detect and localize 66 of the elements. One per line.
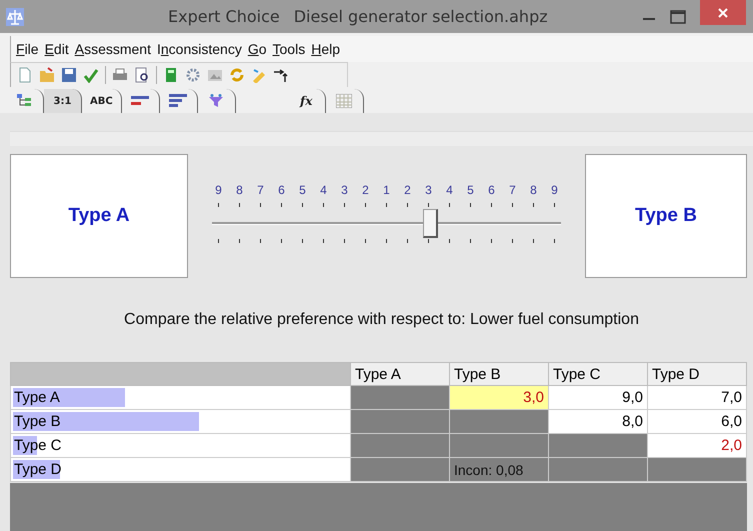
menu-item[interactable]: Go [248, 41, 267, 57]
left-alternative: Type A [10, 154, 188, 278]
scale-number: 1 [382, 183, 391, 197]
column-header: Type C [548, 362, 648, 386]
slider-thumb[interactable] [423, 209, 438, 238]
scale-number: 2 [361, 183, 370, 197]
scale-number: 7 [508, 183, 517, 197]
picture-icon[interactable] [207, 67, 223, 83]
scale-number: 6 [487, 183, 496, 197]
arrow-icon[interactable] [273, 67, 289, 83]
printer-icon[interactable] [112, 67, 128, 83]
maximize-icon[interactable] [670, 10, 686, 24]
matrix-cell[interactable]: 3,0 [450, 386, 548, 410]
column-header: Type A [350, 362, 450, 386]
menu-item[interactable]: Tools [272, 41, 306, 57]
scale-number: 9 [550, 183, 559, 197]
menu-item[interactable]: Help [311, 41, 340, 57]
matrix-cell[interactable]: 8,0 [548, 410, 648, 434]
menu-item[interactable]: Edit [44, 41, 69, 57]
scale-number: 4 [445, 183, 454, 197]
scale-number: 9 [214, 183, 223, 197]
scale-number: 5 [466, 183, 475, 197]
preview-icon[interactable] [134, 67, 150, 83]
scales-icon [6, 8, 24, 26]
close-icon [718, 8, 728, 18]
slider[interactable] [212, 209, 561, 237]
folder-icon[interactable] [39, 67, 55, 83]
comparison-question: Compare the relative preference with respect to: Lower fuel consumption [124, 311, 639, 329]
checkmark-icon[interactable] [83, 67, 99, 83]
app-name: Expert Choice [168, 7, 280, 26]
calculator-icon[interactable] [163, 67, 179, 83]
menu-item[interactable]: Inconsistency [156, 41, 242, 57]
hierarchy-icon [16, 94, 32, 108]
menu-item[interactable]: File [16, 41, 39, 57]
row-header[interactable]: Type C [10, 434, 350, 458]
close-button[interactable] [700, 0, 746, 25]
scale-number: 8 [529, 183, 538, 197]
column-header: Type B [450, 362, 548, 386]
row-header[interactable]: Type B [10, 410, 350, 434]
bars-icon [131, 95, 150, 107]
scale-number: 2 [403, 183, 412, 197]
pen-icon[interactable] [251, 67, 267, 83]
scale-number: 7 [256, 183, 265, 197]
gear-icon[interactable] [185, 67, 201, 83]
inconsistency-cell: Incon: 0,08 [450, 458, 548, 482]
bar-chart-icon [169, 94, 188, 108]
grid-icon [336, 94, 352, 108]
column-header: Type D [648, 362, 746, 386]
funnel-icon [208, 94, 224, 108]
matrix-cell[interactable]: 6,0 [648, 410, 746, 434]
matrix-cell[interactable]: 7,0 [648, 386, 746, 410]
scale-number: 6 [277, 183, 286, 197]
document-icon[interactable] [17, 67, 33, 83]
scale-number: 8 [235, 183, 244, 197]
matrix-cell[interactable]: 9,0 [548, 386, 648, 410]
scale-number: 3 [340, 183, 349, 197]
right-alternative: Type B [585, 154, 747, 278]
row-header[interactable]: Type D [10, 458, 350, 482]
tab[interactable]: 3:1 [44, 89, 82, 113]
menu-item[interactable]: Assessment [74, 41, 151, 57]
row-header[interactable]: Type A [10, 386, 350, 410]
scale-number: 3 [424, 183, 433, 197]
window-title: Diesel generator selection.ahpz [294, 7, 548, 26]
scale-number: 5 [298, 183, 307, 197]
matrix-cell[interactable]: 2,0 [648, 434, 746, 458]
scale-number: 4 [319, 183, 328, 197]
